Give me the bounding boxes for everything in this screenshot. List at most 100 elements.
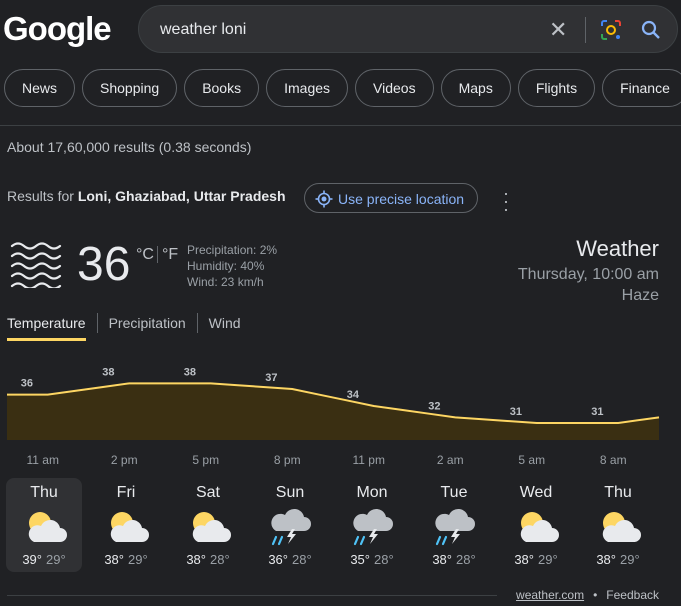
forecast-day[interactable]: Thu 39° 29° xyxy=(6,478,82,572)
more-options-icon[interactable]: · · · xyxy=(500,184,512,218)
lens-icon[interactable] xyxy=(599,18,623,47)
chip-books[interactable]: Books xyxy=(184,69,260,107)
forecast-temps: 38° 28° xyxy=(416,552,492,567)
forecast-low: 29° xyxy=(128,552,148,567)
footer: weather.com • Feedback xyxy=(516,588,659,602)
tab-separator xyxy=(196,313,198,333)
result-stats: About 17,60,000 results (0.38 seconds) xyxy=(7,139,252,155)
forecast-high: 35° xyxy=(350,552,370,567)
search-tabs: News Shopping Books Images Videos Maps F… xyxy=(4,69,681,107)
forecast-day[interactable]: Wed 38° 29° xyxy=(498,478,574,572)
precise-location-button[interactable]: Use precise location xyxy=(304,183,478,213)
search-icon[interactable] xyxy=(639,18,663,47)
close-icon[interactable]: ✕ xyxy=(549,17,567,43)
footer-divider xyxy=(7,595,497,596)
forecast-temps: 39° 29° xyxy=(6,552,82,567)
forecast-high: 39° xyxy=(22,552,42,567)
weather-details: Precipitation: 2% Humidity: 40% Wind: 23… xyxy=(187,242,277,290)
forecast-temps: 38° 28° xyxy=(170,552,246,567)
unit-fahrenheit[interactable]: °F xyxy=(156,246,179,263)
weather-condition: Haze xyxy=(621,287,659,304)
forecast-low: 29° xyxy=(620,552,640,567)
time-tick-label: 8 am xyxy=(600,453,627,467)
chip-news[interactable]: News xyxy=(4,69,76,107)
temperature-data-label: 38 xyxy=(102,366,114,378)
forecast-low: 29° xyxy=(46,552,66,567)
forecast-high: 38° xyxy=(186,552,206,567)
search-input[interactable]: weather loni xyxy=(160,21,246,39)
location-line: Results for Loni, Ghaziabad, Uttar Prade… xyxy=(7,188,286,204)
forecast-temps: 38° 29° xyxy=(580,552,656,567)
temperature-data-label: 34 xyxy=(347,389,360,401)
forecast-day-name: Tue xyxy=(440,484,468,501)
tab-wind[interactable]: Wind xyxy=(209,315,241,341)
current-temperature: 36 xyxy=(77,238,131,291)
forecast-day-name: Thu xyxy=(30,484,58,501)
unit-celsius[interactable]: °C xyxy=(136,246,154,263)
temperature-data-label: 36 xyxy=(21,378,33,390)
forecast-day-name: Sun xyxy=(275,484,305,501)
time-tick-label: 11 am xyxy=(27,453,59,467)
forecast-day[interactable]: Sun 36° 28° xyxy=(252,478,328,572)
tab-precipitation[interactable]: Precipitation xyxy=(109,315,186,341)
chip-videos[interactable]: Videos xyxy=(355,69,434,107)
forecast-temps: 38° 29° xyxy=(88,552,164,567)
time-tick-label: 5 pm xyxy=(192,453,219,467)
chip-maps[interactable]: Maps xyxy=(440,69,511,107)
time-tick-label: 11 pm xyxy=(353,453,385,467)
thunderstorm-icon xyxy=(266,507,314,552)
forecast-low: 28° xyxy=(210,552,230,567)
source-link[interactable]: weather.com xyxy=(516,588,584,602)
search-bar[interactable]: weather loni ✕ xyxy=(138,5,678,53)
forecast-temps: 36° 28° xyxy=(252,552,328,567)
thunderstorm-icon xyxy=(348,507,396,552)
location-target-icon xyxy=(315,190,333,208)
chip-finance[interactable]: Finance xyxy=(602,69,681,107)
unit-toggle: °C °F xyxy=(136,246,179,264)
forecast-day[interactable]: Sat 38° 28° xyxy=(170,478,246,572)
forecast-low: 28° xyxy=(456,552,476,567)
forecast-day[interactable]: Tue 38° 28° xyxy=(416,478,492,572)
chip-flights[interactable]: Flights xyxy=(517,69,596,107)
time-tick-label: 2 am xyxy=(437,453,464,467)
chip-images[interactable]: Images xyxy=(266,69,349,107)
temperature-data-label: 31 xyxy=(591,406,603,418)
weather-header: Weather Thursday, 10:00 am Haze xyxy=(518,236,659,305)
google-logo[interactable]: Google xyxy=(3,10,112,48)
time-tick-label: 2 pm xyxy=(111,453,138,467)
forecast-day-name: Fri xyxy=(116,484,136,501)
temperature-data-label: 37 xyxy=(265,372,277,384)
partly-cloudy-icon xyxy=(512,507,560,552)
forecast-day-name: Thu xyxy=(604,484,632,501)
forecast-day[interactable]: Mon 35° 28° xyxy=(334,478,410,572)
forecast-day[interactable]: Thu 38° 29° xyxy=(580,478,656,572)
tab-temperature[interactable]: Temperature xyxy=(7,315,86,341)
forecast-high: 38° xyxy=(514,552,534,567)
forecast-high: 38° xyxy=(432,552,452,567)
location-prefix: Results for xyxy=(7,188,78,204)
weather-tabs: Temperature Precipitation Wind xyxy=(7,313,241,341)
partly-cloudy-icon xyxy=(594,507,642,552)
temperature-data-label: 32 xyxy=(428,400,440,412)
temperature-data-label: 38 xyxy=(184,366,196,378)
header-divider xyxy=(0,125,681,126)
forecast-day[interactable]: Fri 38° 29° xyxy=(88,478,164,572)
temperature-area xyxy=(7,383,659,440)
forecast-high: 38° xyxy=(596,552,616,567)
weather-title: Weather xyxy=(576,236,659,261)
chip-shopping[interactable]: Shopping xyxy=(82,69,178,107)
humidity-text: Humidity: 40% xyxy=(187,259,265,273)
haze-icon xyxy=(10,240,64,293)
forecast-temps: 38° 29° xyxy=(498,552,574,567)
forecast-high: 36° xyxy=(268,552,288,567)
feedback-link[interactable]: Feedback xyxy=(606,588,659,602)
forecast-day-name: Mon xyxy=(356,484,388,501)
forecast-low: 28° xyxy=(292,552,312,567)
time-tick-label: 8 pm xyxy=(274,453,301,467)
precipitation-text: Precipitation: 2% xyxy=(187,243,278,257)
location-name: Loni, Ghaziabad, Uttar Pradesh xyxy=(77,188,286,204)
search-divider xyxy=(585,17,586,43)
forecast-day-name: Wed xyxy=(519,484,553,501)
tab-separator xyxy=(96,313,98,333)
wind-text: Wind: 23 km/h xyxy=(187,275,264,289)
